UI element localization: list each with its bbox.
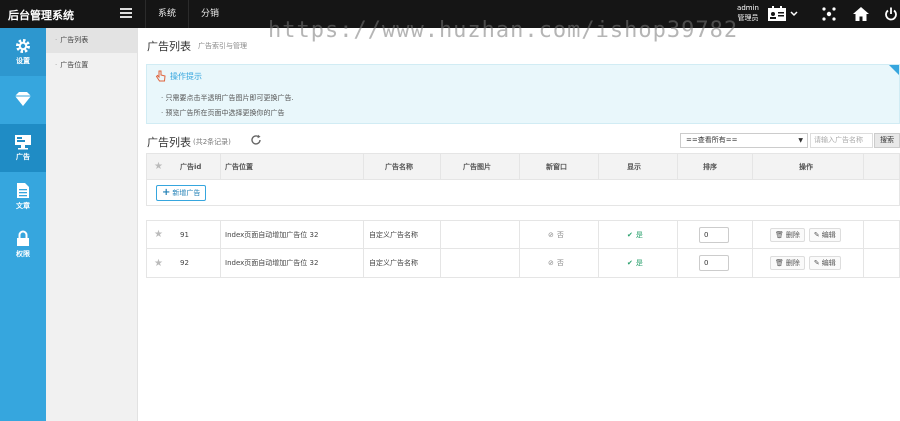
filter-select[interactable]: ==查看所有== ▼ (680, 133, 808, 148)
diamond-icon (15, 92, 31, 106)
ad-table: ★ 广告id 广告位置 广告名称 广告图片 新窗口 显示 排序 操作 + 新增广告… (146, 153, 900, 278)
cell-actions: 🗑 删除 ✎ 编辑 (770, 221, 845, 248)
sidebar: 设置 广告 文章 权限 (0, 28, 46, 421)
table-header: ★ 广告id 广告位置 广告名称 广告图片 新窗口 显示 排序 操作 (146, 153, 900, 180)
delete-button[interactable]: 🗑 删除 (770, 256, 805, 270)
sidebar-item-diamond[interactable] (0, 76, 46, 124)
sidebar-item-label: 广告 (16, 153, 30, 161)
chevron-down-icon[interactable] (788, 4, 800, 24)
record-count: (共2条记录) (193, 138, 231, 146)
col-header-id[interactable]: 广告id (180, 154, 201, 179)
tips-line: · 只需要点击半透明广告图片即可更换广告. (161, 94, 294, 102)
hand-pointer-icon (155, 70, 166, 82)
page-title: 广告列表 (147, 40, 191, 53)
col-header-position[interactable]: 广告位置 (225, 154, 253, 179)
contact-card-icon[interactable] (766, 4, 788, 24)
home-icon[interactable] (850, 4, 872, 24)
delete-button[interactable]: 🗑 删除 (770, 227, 805, 242)
cell-show[interactable]: ✔ 是 (627, 249, 643, 277)
trash-icon: 🗑 (775, 259, 784, 267)
ban-icon: ⊘ (548, 259, 554, 267)
cell-id: 92 (180, 259, 189, 267)
subnav-item-label: 广告列表 (60, 36, 89, 44)
check-circle-icon: ✔ (627, 259, 633, 267)
col-header-image[interactable]: 广告图片 (463, 154, 491, 179)
collapse-corner-icon[interactable] (889, 65, 899, 75)
cell-new-window[interactable]: ⊘ 否 (548, 249, 564, 277)
gear-icon (16, 39, 30, 53)
tips-title-text: 操作提示 (170, 71, 202, 81)
cell-show[interactable]: ✔ 是 (627, 221, 643, 248)
top-nav: 系统 分销 (145, 0, 231, 28)
cell-name: 自定义广告名称 (369, 259, 418, 267)
top-nav-distribution[interactable]: 分销 (188, 0, 231, 28)
main-content: 广告列表 广告索引与管理 操作提示 · 只需要点击半透明广告图片即可更换广告. … (138, 28, 900, 421)
search-input[interactable]: 请输入广告名称 (810, 133, 873, 148)
col-header-sort[interactable]: 排序 (703, 154, 717, 179)
sitemap-icon[interactable] (818, 4, 840, 24)
cell-position: Index页面自动增加广告位 32 (225, 259, 319, 267)
bullet-icon: · (55, 61, 58, 69)
top-nav-system[interactable]: 系统 (145, 0, 188, 28)
cell-position: Index页面自动增加广告位 32 (225, 230, 319, 239)
col-header-actions: 操作 (799, 162, 813, 171)
subnav-item-ad-list[interactable]: · 广告列表 (46, 28, 137, 53)
monitor-icon (15, 135, 31, 150)
chevron-down-icon: ▼ (798, 137, 803, 144)
cell-new-window[interactable]: ⊘ 否 (548, 221, 564, 248)
sort-input[interactable]: 0 (699, 255, 729, 271)
lock-icon (17, 230, 29, 246)
bullet-icon: · (55, 36, 58, 44)
search-button[interactable]: 搜索 (874, 133, 900, 148)
table-row: ★ 91 Index页面自动增加广告位 32 自定义广告名称 ⊘ 否 ✔ 是 0 🗑… (146, 220, 900, 249)
cell-name: 自定义广告名称 (369, 230, 418, 239)
star-icon[interactable]: ★ (154, 221, 163, 248)
ban-icon: ⊘ (548, 230, 554, 239)
edit-icon: ✎ (813, 230, 820, 239)
col-header-show[interactable]: 显示 (627, 154, 641, 179)
col-header-name[interactable]: 广告名称 (385, 154, 413, 179)
add-row: + 新增广告 (146, 180, 900, 206)
cell-sort: 0 (699, 249, 729, 277)
sidebar-item-ads[interactable]: 广告 (0, 124, 46, 172)
subnav-item-ad-position[interactable]: · 广告位置 (46, 53, 137, 78)
sidebar-item-label: 文章 (16, 201, 30, 210)
subnav-item-label: 广告位置 (60, 61, 89, 69)
cell-id: 91 (180, 230, 189, 239)
tips-line: · 预览广告所在页面中选择更换你的广告 (161, 109, 285, 117)
list-title: 广告列表 (147, 136, 191, 149)
star-icon[interactable]: ★ (154, 154, 163, 179)
sidebar-item-label: 权限 (16, 249, 30, 258)
menu-toggle-icon[interactable] (120, 8, 132, 18)
refresh-icon[interactable] (250, 134, 262, 146)
page-subtitle: 广告索引与管理 (198, 42, 247, 50)
edit-button[interactable]: ✎ 编辑 (808, 227, 841, 242)
plus-icon: + (162, 187, 171, 198)
document-icon (17, 182, 29, 198)
watermark: https://www.huzhan.com/ishop39782 (268, 18, 739, 43)
power-icon[interactable] (880, 4, 900, 24)
check-circle-icon: ✔ (627, 230, 633, 239)
col-header-new-window[interactable]: 新窗口 (546, 154, 567, 179)
add-ad-button[interactable]: + 新增广告 (156, 185, 207, 201)
sidebar-item-permissions[interactable]: 权限 (0, 220, 46, 268)
sidebar-item-articles[interactable]: 文章 (0, 172, 46, 220)
edit-button[interactable]: ✎ 编辑 (808, 256, 841, 270)
cell-actions: 🗑 删除 ✎ 编辑 (770, 249, 845, 277)
edit-icon: ✎ (813, 259, 820, 267)
tips-title: 操作提示 (155, 70, 202, 82)
table-row: ★ 92 Index页面自动增加广告位 32 自定义广告名称 ⊘ 否 ✔ 是 0 🗑… (146, 249, 900, 278)
sidebar-item-label: 设置 (16, 57, 30, 65)
sub-nav: · 广告列表 · 广告位置 (46, 28, 138, 421)
star-icon[interactable]: ★ (154, 249, 163, 277)
user-name: admin (737, 4, 759, 12)
app-title: 后台管理系统 (8, 9, 74, 22)
cell-sort: 0 (699, 221, 729, 248)
sidebar-item-settings[interactable]: 设置 (0, 28, 46, 76)
sort-input[interactable]: 0 (699, 226, 729, 243)
trash-icon: 🗑 (775, 230, 784, 239)
tips-panel: 操作提示 · 只需要点击半透明广告图片即可更换广告. · 预览广告所在页面中选择… (146, 64, 900, 124)
